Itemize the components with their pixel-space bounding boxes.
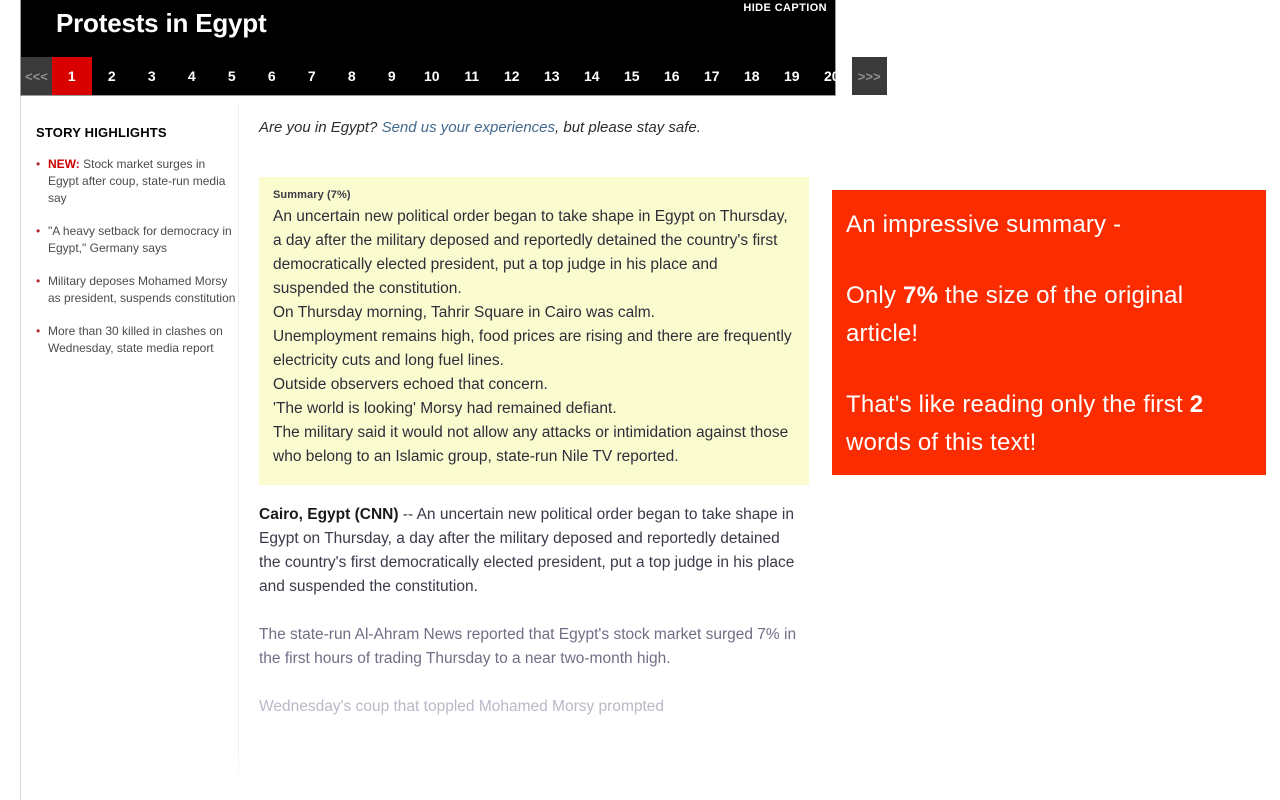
pager-page-18[interactable]: 18 bbox=[732, 57, 772, 95]
pager-page-9[interactable]: 9 bbox=[372, 57, 412, 95]
gallery-header: Protests in Egypt HIDE CAPTION << < 1234… bbox=[20, 0, 887, 96]
pager-page-7[interactable]: 7 bbox=[292, 57, 332, 95]
summary-sentence: On Thursday morning, Tahrir Square in Ca… bbox=[273, 304, 655, 321]
pager-page-19[interactable]: 19 bbox=[772, 57, 812, 95]
cta-lead-text: Are you in Egypt? bbox=[259, 119, 382, 136]
pager-first-button[interactable]: << bbox=[25, 69, 40, 84]
pager-page-13[interactable]: 13 bbox=[532, 57, 572, 95]
article-paragraph-3: Wednesday's coup that toppled Mohamed Mo… bbox=[259, 698, 665, 715]
pager-right-controls: > >> bbox=[851, 57, 887, 95]
highlights-list: • NEW: Stock market surges in Egypt after… bbox=[36, 156, 236, 357]
pager-page-12[interactable]: 12 bbox=[492, 57, 532, 95]
callout-line-3-post: words of this text! bbox=[846, 429, 1037, 456]
article-main-column: Are you in Egypt? Send us your experienc… bbox=[259, 96, 811, 743]
pager-page-11[interactable]: 11 bbox=[452, 57, 492, 95]
summary-sentence: 'The world is looking' Morsy had remaine… bbox=[273, 400, 617, 417]
highlight-item: • More than 30 killed in clashes on Wedne… bbox=[36, 323, 236, 357]
highlight-text: Military deposes Mohamed Morsy as presid… bbox=[48, 274, 236, 305]
pager-left-controls: << < bbox=[21, 57, 52, 95]
pager-number-list: 1 2 3 4 5 6 7 8 9 10 11 12 13 14 15 16 17 18 19 20 bbox=[51, 57, 852, 95]
article-paragraph-2: The state-run Al-Ahram News reported tha… bbox=[259, 626, 797, 667]
pager-page-16[interactable]: 16 bbox=[652, 57, 692, 95]
bullet-icon: • bbox=[36, 274, 41, 288]
bullet-icon: • bbox=[36, 324, 41, 338]
article-paragraph-1: Cairo, Egypt (CNN) -- An uncertain new p… bbox=[259, 503, 804, 599]
column-divider bbox=[238, 104, 239, 800]
pager-page-5[interactable]: 5 bbox=[212, 57, 252, 95]
pager-page-6[interactable]: 6 bbox=[252, 57, 292, 95]
callout-line-3: That's like reading only the first 2 wor… bbox=[846, 386, 1252, 462]
highlight-text: "A heavy setback for democracy in Egypt,… bbox=[48, 224, 232, 255]
story-highlights-sidebar: STORY HIGHLIGHTS • NEW: Stock market surg… bbox=[36, 96, 236, 373]
highlight-text: More than 30 killed in clashes on Wednes… bbox=[48, 324, 223, 355]
hide-caption-button[interactable]: HIDE CAPTION bbox=[743, 2, 827, 14]
article-body: Cairo, Egypt (CNN) -- An uncertain new p… bbox=[259, 503, 804, 719]
pager-page-3[interactable]: 3 bbox=[132, 57, 172, 95]
sidebar-heading: STORY HIGHLIGHTS bbox=[36, 125, 167, 140]
summary-sentence: Outside observers echoed that concern. bbox=[273, 376, 548, 393]
summary-sentence: Unemployment remains high, food prices a… bbox=[273, 328, 792, 369]
bottom-fade-overlay bbox=[21, 740, 820, 800]
gallery-title-bar: Protests in Egypt HIDE CAPTION bbox=[21, 0, 835, 57]
pager-page-17[interactable]: 17 bbox=[692, 57, 732, 95]
pager-last-button[interactable]: >> bbox=[865, 69, 880, 84]
summary-sentence: The military said it would not allow any… bbox=[273, 424, 789, 465]
page-title: Protests in Egypt bbox=[56, 8, 267, 38]
pager-page-1[interactable]: 1 bbox=[51, 57, 92, 95]
cta-tail-text: , but please stay safe. bbox=[555, 119, 701, 136]
gallery-pager: << < 1 2 3 4 5 6 7 8 9 10 11 12 13 14 15 16 17 18 19 20 > >… bbox=[21, 57, 887, 95]
highlight-item: • NEW: Stock market surges in Egypt after… bbox=[36, 156, 236, 207]
summary-box: Summary (7%) An uncertain new political … bbox=[259, 177, 809, 485]
callout-line-1: An impressive summary - bbox=[846, 211, 1122, 238]
callout-line-3-pre: That's like reading only the first bbox=[846, 391, 1190, 418]
send-experiences-cta: Are you in Egypt? Send us your experienc… bbox=[259, 118, 811, 138]
annotation-callout: An impressive summary - Only 7% the size… bbox=[832, 190, 1266, 475]
summary-text: An uncertain new political order began t… bbox=[273, 205, 795, 469]
summary-sentence: An uncertain new political order began t… bbox=[273, 208, 788, 297]
pager-prev-button[interactable]: < bbox=[40, 69, 48, 84]
pager-next-button[interactable]: > bbox=[858, 69, 866, 84]
send-experiences-link[interactable]: Send us your experiences bbox=[382, 119, 555, 136]
pager-page-15[interactable]: 15 bbox=[612, 57, 652, 95]
callout-words-value: 2 bbox=[1189, 391, 1204, 418]
callout-line-2-pre: Only bbox=[846, 282, 904, 309]
pager-page-14[interactable]: 14 bbox=[572, 57, 612, 95]
article-dateline: Cairo, Egypt (CNN) bbox=[259, 506, 399, 523]
bullet-icon: • bbox=[36, 157, 41, 171]
bullet-icon: • bbox=[36, 224, 41, 238]
summary-label: Summary (7%) bbox=[273, 189, 351, 201]
pager-page-20[interactable]: 20 bbox=[812, 57, 852, 95]
highlight-item: • Military deposes Mohamed Morsy as presi… bbox=[36, 273, 236, 307]
callout-line-2: Only 7% the size of the original article… bbox=[846, 277, 1252, 353]
pager-page-8[interactable]: 8 bbox=[332, 57, 372, 95]
highlight-item: • "A heavy setback for democracy in Egypt… bbox=[36, 223, 236, 257]
article-page-body: STORY HIGHLIGHTS • NEW: Stock market surg… bbox=[20, 96, 820, 800]
pager-page-2[interactable]: 2 bbox=[92, 57, 132, 95]
pager-page-4[interactable]: 4 bbox=[172, 57, 212, 95]
callout-percent-value: 7% bbox=[903, 282, 939, 309]
new-badge: NEW: bbox=[48, 157, 80, 171]
pager-page-10[interactable]: 10 bbox=[412, 57, 452, 95]
